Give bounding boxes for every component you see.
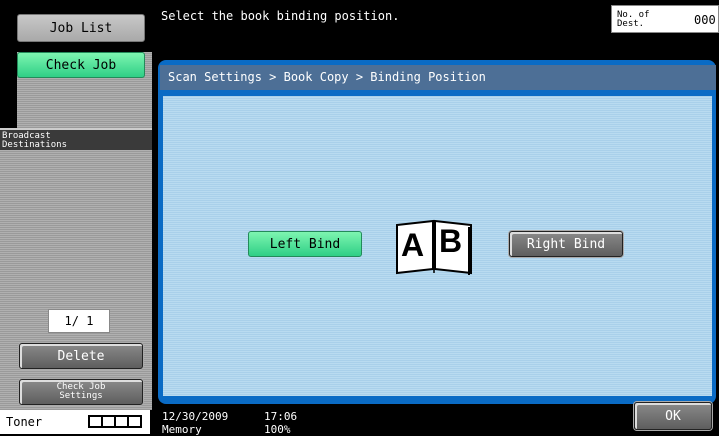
check-job-settings-button[interactable]: Check Job Settings — [19, 379, 143, 405]
toner-label: Toner — [6, 415, 43, 429]
open-book-icon: A B — [395, 219, 473, 275]
page-counter: 1/ 1 — [48, 309, 110, 333]
ok-label: OK — [665, 408, 681, 424]
left-bind-button[interactable]: Left Bind — [248, 231, 362, 257]
right-bind-label: Right Bind — [526, 236, 606, 252]
book-left-letter: A — [401, 227, 425, 263]
status-time: 17:06 — [264, 410, 298, 423]
breadcrumb: Scan Settings > Book Copy > Binding Posi… — [160, 65, 716, 90]
dest-count-label: No. of Dest. — [617, 11, 650, 29]
toner-indicator: Toner — [0, 410, 150, 434]
check-job-settings-line2: Settings — [59, 391, 103, 401]
book-right-letter: B — [439, 223, 463, 259]
left-bind-label: Left Bind — [269, 236, 341, 252]
delete-label: Delete — [57, 348, 105, 364]
dest-label-line2: Dest. — [617, 19, 645, 29]
delete-button[interactable]: Delete — [19, 343, 143, 369]
job-list-button[interactable]: Job List — [17, 14, 145, 42]
right-bind-button[interactable]: Right Bind — [509, 231, 623, 257]
status-date: 12/30/2009 — [162, 410, 229, 423]
dest-count-box: No. of Dest. 000 — [611, 5, 719, 33]
broadcast-header: Broadcast Destinations — [0, 128, 152, 152]
ok-button[interactable]: OK — [634, 402, 712, 430]
toner-segment — [103, 417, 114, 426]
toner-level-bar — [88, 415, 142, 428]
broadcast-list — [0, 150, 152, 410]
check-job-label: Check Job — [45, 57, 117, 73]
check-job-tab[interactable]: Check Job — [17, 52, 145, 78]
instruction-message: Select the book binding position. — [161, 9, 400, 23]
job-list-label: Job List — [49, 20, 113, 36]
toner-segment — [129, 417, 140, 426]
toner-segment — [90, 417, 101, 426]
dest-count-value: 000 — [694, 13, 716, 27]
memory-label: Memory — [162, 423, 202, 436]
broadcast-title-line2: Destinations — [2, 140, 68, 150]
memory-value: 100% — [264, 423, 291, 436]
toner-segment — [116, 417, 127, 426]
